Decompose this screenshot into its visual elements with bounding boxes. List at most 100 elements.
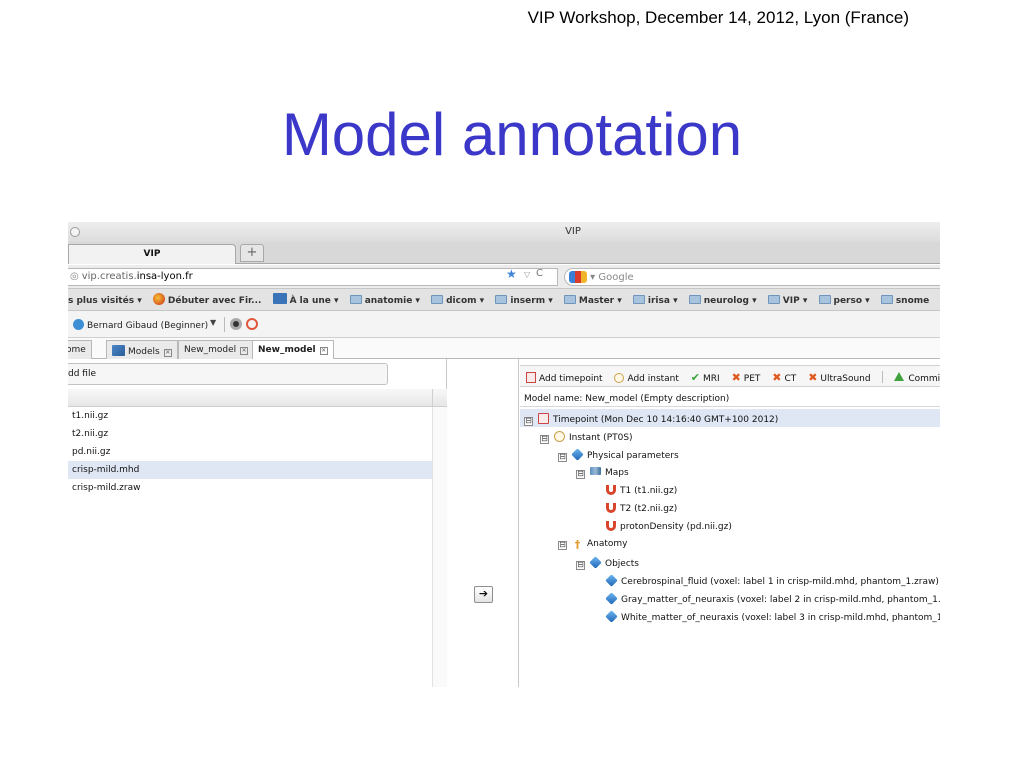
collapse-icon[interactable]: ⊟ [558, 541, 567, 550]
collapse-icon[interactable]: ⊟ [540, 435, 549, 444]
add-file-button[interactable]: dd file [68, 363, 388, 385]
file-item[interactable]: t1.nii.gz [68, 407, 432, 425]
add-timepoint-button[interactable]: Add timepoint [526, 372, 603, 384]
tree-node-label: Objects [605, 559, 640, 569]
close-icon[interactable]: ✕ [319, 347, 328, 355]
bookmark-irisa[interactable]: irisa ▾ [632, 295, 678, 306]
commit-icon [894, 372, 905, 381]
close-icon[interactable]: ✕ [240, 347, 249, 355]
reload-icon[interactable]: C [536, 268, 543, 279]
tree-node-physical-parameters[interactable]: ⊟ Physical parameters [558, 445, 679, 463]
tree-node-t2[interactable]: T2 (t2.nii.gz) [606, 499, 677, 517]
tree-node-label: protonDensity (pd.nii.gz) [620, 522, 732, 532]
file-list-header [68, 389, 447, 407]
tab-home[interactable]: ome [68, 340, 92, 359]
tab-new-model-1[interactable]: New_model ✕ [178, 340, 255, 359]
tree-node-cerebrospinal-fluid[interactable]: Cerebrospinal_fluid (voxel: label 1 in c… [605, 571, 939, 589]
bookmark-label: snome [895, 296, 930, 306]
rss-icon [272, 293, 287, 304]
chevron-down-icon[interactable]: ▼ [210, 318, 216, 327]
bookmark-label: À la une ▾ [289, 296, 339, 306]
tree-node-timepoint[interactable]: ⊟ Timepoint (Mon Dec 10 14:16:40 GMT+100 … [520, 409, 940, 427]
collapse-icon[interactable]: ⊟ [576, 561, 585, 570]
cube-icon [589, 556, 602, 569]
pet-button[interactable]: ✖ PET [732, 371, 761, 384]
mri-button[interactable]: ✔ MRI [691, 371, 720, 384]
globe-icon: ◎ [70, 271, 79, 282]
tab-home-label: ome [68, 345, 86, 355]
bookmark-dicom[interactable]: dicom ▾ [431, 295, 484, 306]
bookmark-label: perso ▾ [833, 296, 870, 306]
collapse-icon[interactable]: ⊟ [524, 417, 533, 426]
cross-icon: ✖ [808, 371, 818, 384]
url-prefix: vip.creatis. [81, 271, 137, 282]
bookmark-neurolog[interactable]: neurolog ▾ [688, 295, 757, 306]
file-item-selected[interactable]: crisp-mild.mhd [68, 461, 432, 479]
file-item[interactable]: crisp-mild.zraw [68, 479, 432, 497]
collapse-icon[interactable]: ⊟ [576, 470, 585, 479]
ultrasound-button[interactable]: ✖ UltraSound [808, 371, 870, 384]
url-domain: insa-lyon.fr [136, 271, 193, 282]
bookmark-star-icon[interactable]: ★ [506, 267, 517, 281]
add-instant-button[interactable]: Add instant [614, 373, 679, 384]
commit-button[interactable]: Commit [894, 372, 940, 384]
collapse-icon[interactable]: ⊟ [558, 453, 567, 462]
tree-node-instant[interactable]: ⊟ Instant (PT0S) [540, 427, 633, 445]
browser-tabstrip: VIP + [68, 242, 940, 264]
calendar-icon [526, 372, 536, 383]
url-dropdown-icon[interactable]: ▽ [524, 270, 530, 279]
bookmark-master[interactable]: Master ▾ [563, 295, 622, 306]
bookmark-label: neurolog ▾ [703, 296, 757, 306]
calendar-icon [538, 413, 549, 424]
maps-icon [590, 467, 601, 475]
bookmark-vip[interactable]: VIP ▾ [767, 295, 807, 306]
file-item[interactable]: pd.nii.gz [68, 443, 432, 461]
tree-node-anatomy[interactable]: ⊟ † Anatomy [558, 535, 628, 553]
tree-node-maps[interactable]: ⊟ Maps [576, 463, 629, 481]
bookmark-anatomie[interactable]: anatomie ▾ [349, 295, 420, 306]
tree-node-label: Timepoint (Mon Dec 10 14:16:40 GMT+100 2… [553, 415, 779, 425]
bookmark-most-visited[interactable]: s plus visités ▾ [68, 296, 142, 306]
folder-icon [767, 295, 780, 304]
bookmark-snome[interactable]: snome [880, 295, 930, 306]
user-menu[interactable]: Bernard Gibaud (Beginner) [73, 319, 208, 331]
bookmark-headlines[interactable]: À la une ▾ [272, 293, 339, 306]
bookmark-label: Master ▾ [578, 296, 622, 306]
scrollbar[interactable] [432, 407, 447, 687]
url-bar[interactable]: ◎ vip.creatis.insa-lyon.fr [68, 268, 558, 286]
column-separator[interactable] [432, 389, 433, 407]
toolbar-separator [882, 371, 884, 383]
tree-node-label: Anatomy [587, 539, 628, 549]
search-bar[interactable]: ▾ Google [564, 268, 940, 286]
slide-header: VIP Workshop, December 14, 2012, Lyon (F… [527, 8, 909, 27]
settings-icon[interactable] [230, 318, 242, 330]
transfer-arrow-button[interactable]: ➔ [474, 586, 493, 603]
clock-icon [554, 431, 565, 442]
file-item[interactable]: t2.nii.gz [68, 425, 432, 443]
tree-node-proton-density[interactable]: protonDensity (pd.nii.gz) [606, 517, 732, 535]
bookmark-inserm[interactable]: inserm ▾ [495, 295, 553, 306]
tab-new-model-2[interactable]: New_model ✕ [252, 340, 334, 360]
help-icon[interactable] [246, 318, 258, 330]
bookmark-getting-started[interactable]: Débuter avec Fir... [152, 293, 262, 306]
tree-node-objects[interactable]: ⊟ Objects [576, 553, 639, 571]
commit-label: Commit [908, 374, 940, 384]
tab-new-model-label: New_model [258, 345, 316, 355]
magnet-icon [606, 521, 616, 531]
bookmark-perso[interactable]: perso ▾ [818, 295, 870, 306]
close-icon[interactable]: ✕ [163, 349, 172, 357]
file-panel: dd file t1.nii.gz t2.nii.gz pd.nii.gz cr… [68, 359, 447, 687]
tree-node-gray-matter[interactable]: Gray_matter_of_neuraxis (voxel: label 2 … [605, 589, 940, 607]
google-logo-icon[interactable] [569, 271, 587, 283]
tab-models[interactable]: Models ✕ [106, 340, 178, 359]
browser-tab[interactable]: VIP [68, 244, 236, 264]
new-tab-button[interactable]: + [240, 244, 264, 262]
tree-node-t1[interactable]: T1 (t1.nii.gz) [606, 481, 677, 499]
model-panel: Add timepoint Add instant ✔ MRI ✖ PET ✖ CT … [520, 359, 940, 687]
window-titlebar: VIP [68, 222, 940, 242]
ct-button[interactable]: ✖ CT [772, 371, 796, 384]
cube-icon [605, 574, 618, 587]
tree-node-white-matter[interactable]: White_matter_of_neuraxis (voxel: label 3… [605, 607, 940, 625]
bookmark-label: Débuter avec Fir... [167, 296, 262, 306]
bookmarks-toolbar: s plus visités ▾ Débuter avec Fir... À l… [68, 289, 940, 311]
